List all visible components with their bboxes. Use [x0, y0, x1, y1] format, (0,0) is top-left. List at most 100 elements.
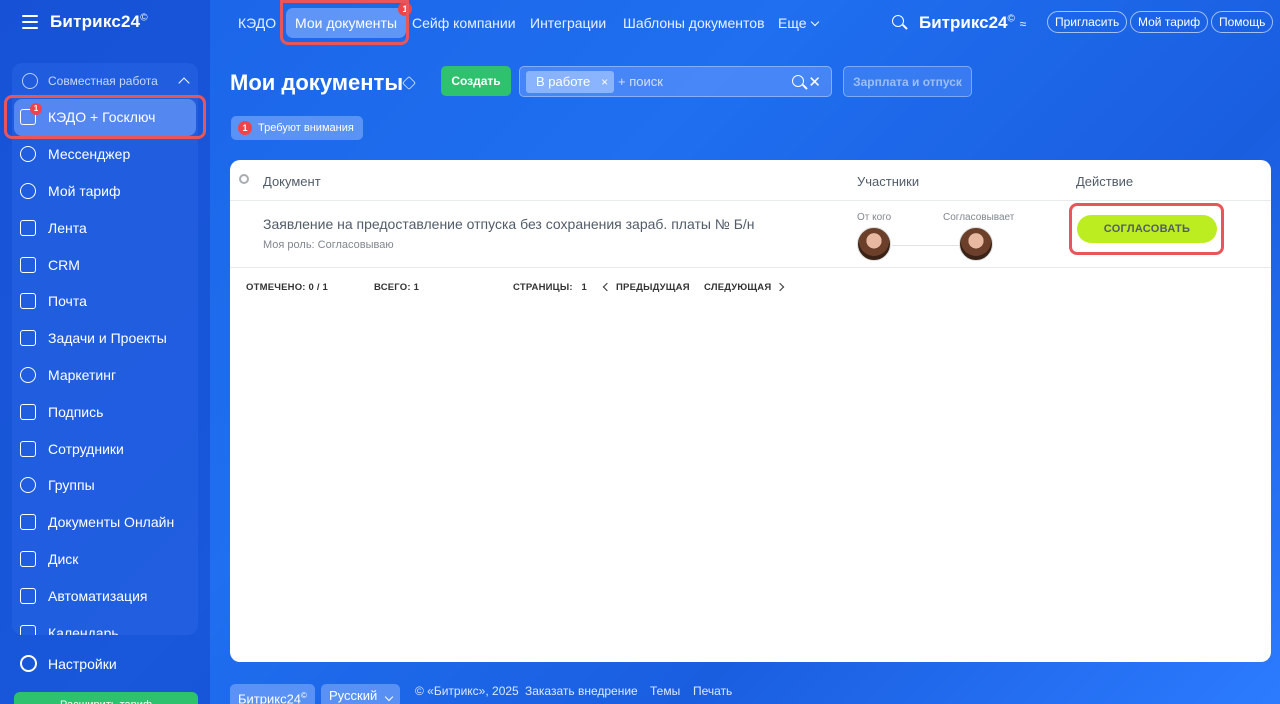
calendar-icon — [20, 624, 36, 635]
column-header-action: Действие — [1076, 174, 1134, 189]
hamburger-menu-icon[interactable] — [22, 15, 38, 29]
sidebar-item-disk[interactable]: Диск — [12, 541, 198, 578]
highlight-sidebar-kedo — [4, 95, 206, 139]
chevron-down-icon — [384, 692, 394, 702]
create-button[interactable]: Создать — [441, 66, 511, 96]
sidebar-item-marketing[interactable]: Маркетинг — [12, 357, 198, 394]
close-icon[interactable]: × — [601, 71, 608, 93]
employees-icon — [20, 440, 36, 457]
messenger-icon — [20, 146, 36, 163]
document-role: Моя роль: Согласовываю — [263, 239, 394, 251]
sidebar-item-docs-online[interactable]: Документы Онлайн — [12, 504, 198, 541]
column-settings-icon[interactable] — [239, 174, 249, 184]
sidebar-item-label: Диск — [48, 550, 79, 567]
help-button[interactable]: Помощь — [1211, 11, 1274, 33]
groups-icon — [20, 477, 36, 494]
sidebar-item-employees[interactable]: Сотрудники — [12, 430, 198, 467]
checked-counter: ОТМЕЧЕНО: 0 / 1 — [246, 282, 328, 293]
sidebar-item-mail[interactable]: Почта — [12, 283, 198, 320]
attention-label: Требуют внимания — [258, 122, 354, 134]
document-title[interactable]: Заявление на предоставление отпуска без … — [263, 216, 755, 232]
tab-document-templates[interactable]: Шаблоны документов — [623, 0, 765, 46]
participants-connector — [892, 245, 960, 246]
feed-icon — [20, 219, 36, 236]
pages-label: СТРАНИЦЫ: — [513, 282, 573, 293]
sidebar-item-tasks[interactable]: Задачи и Проекты — [12, 320, 198, 357]
avatar[interactable] — [959, 227, 993, 261]
language-select[interactable]: Русский — [321, 684, 400, 704]
sidebar-menu: Совместная работа 1 КЭДО + Госключ Мессе… — [12, 63, 198, 635]
page-title: Мои документы — [230, 70, 404, 95]
sidebar-item-calendar[interactable]: Календарь — [12, 614, 198, 635]
sidebar-item-label: Лента — [48, 219, 87, 236]
sidebar-item-messenger[interactable]: Мессенджер — [12, 136, 198, 173]
invite-button[interactable]: Пригласить — [1047, 11, 1128, 33]
signature-icon — [20, 403, 36, 420]
next-page-link[interactable]: СЛЕДУЮЩАЯ — [704, 282, 785, 293]
collaboration-icon — [22, 73, 38, 89]
gear-icon — [20, 655, 37, 672]
sidebar-item-feed[interactable]: Лента — [12, 209, 198, 246]
sidebar-item-groups[interactable]: Группы — [12, 467, 198, 504]
attention-filter-button[interactable]: 1 Требуют внимания — [231, 116, 363, 140]
total-counter: ВСЕГО: 1 — [374, 282, 419, 293]
sidebar-item-settings[interactable]: Настройки — [20, 655, 117, 672]
tab-more[interactable]: Еще — [778, 0, 819, 46]
clear-filter-icon[interactable]: ✕ — [808, 73, 821, 91]
pin-icon[interactable] — [401, 75, 417, 91]
prev-label: ПРЕДЫДУЩАЯ — [616, 282, 690, 293]
sidebar-header: Битрикс24© — [0, 0, 210, 46]
sidebar-item-label: CRM — [48, 256, 80, 273]
brand-logo[interactable]: Битрикс24© — [50, 12, 148, 32]
sidebar-group-collaboration[interactable]: Совместная работа — [12, 63, 198, 99]
tab-integrations[interactable]: Интеграции — [530, 0, 606, 46]
prev-page-link[interactable]: ПРЕДЫДУЩАЯ — [602, 282, 690, 293]
checked-label: ОТМЕЧЕНО: — [246, 282, 306, 293]
header-divider — [230, 200, 1271, 201]
chevron-up-icon[interactable] — [178, 77, 190, 89]
sidebar-group-label: Совместная работа — [48, 74, 158, 88]
sidebar-item-crm[interactable]: CRM — [12, 246, 198, 283]
salary-vacation-button[interactable]: Зарплата и отпуск — [843, 66, 972, 97]
tab-kedo[interactable]: КЭДО — [238, 0, 276, 46]
from-label: От кого — [857, 212, 892, 223]
sidebar-item-label: Подпись — [48, 403, 104, 420]
search-icon[interactable] — [792, 75, 804, 87]
tab-company-safe[interactable]: Сейф компании — [412, 0, 516, 46]
sidebar-item-label: Группы — [48, 477, 95, 494]
crm-icon — [20, 256, 36, 273]
attention-count-badge: 1 — [238, 121, 252, 135]
sidebar-item-label: Сотрудники — [48, 440, 124, 457]
sidebar-item-label: Почта — [48, 293, 87, 310]
tariff-icon — [20, 182, 36, 199]
theme-settings-icon[interactable]: ≈ — [1020, 17, 1027, 31]
sidebar-item-signature[interactable]: Подпись — [12, 393, 198, 430]
filter-tag-in-progress[interactable]: В работе × — [526, 71, 615, 93]
my-tariff-button[interactable]: Мой тариф — [1130, 11, 1209, 33]
total-label: ВСЕГО: — [374, 282, 411, 293]
highlight-approve-button — [1069, 203, 1224, 255]
approver-label: Согласовывает — [943, 212, 1015, 223]
pages-value[interactable]: 1 — [582, 282, 587, 293]
search-input[interactable]: + поиск — [618, 74, 663, 89]
sidebar-item-automation[interactable]: Автоматизация — [12, 577, 198, 614]
automation-icon — [20, 587, 36, 604]
filter-search-box[interactable]: В работе × + поиск ✕ — [519, 66, 832, 97]
search-icon[interactable] — [892, 15, 904, 27]
footer-brand[interactable]: Битрикс24© — [230, 684, 315, 704]
chevron-down-icon — [810, 17, 819, 26]
mail-icon — [20, 293, 36, 310]
sidebar-item-tariff[interactable]: Мой тариф — [12, 173, 198, 210]
column-header-document[interactable]: Документ — [263, 174, 321, 189]
avatar[interactable] — [857, 227, 891, 261]
order-implementation-link[interactable]: Заказать внедрение — [525, 684, 638, 698]
docs-online-icon — [20, 514, 36, 531]
chevron-right-icon — [776, 282, 785, 292]
print-link[interactable]: Печать — [693, 684, 732, 698]
header-brand-logo[interactable]: Битрикс24© ≈ — [919, 13, 1026, 33]
themes-link[interactable]: Темы — [650, 684, 680, 698]
sidebar-item-label: Календарь — [48, 624, 119, 635]
sidebar-item-label: Мой тариф — [48, 182, 121, 199]
upgrade-tariff-button[interactable]: Расширить тариф — [14, 692, 198, 704]
marketing-icon — [20, 366, 36, 383]
